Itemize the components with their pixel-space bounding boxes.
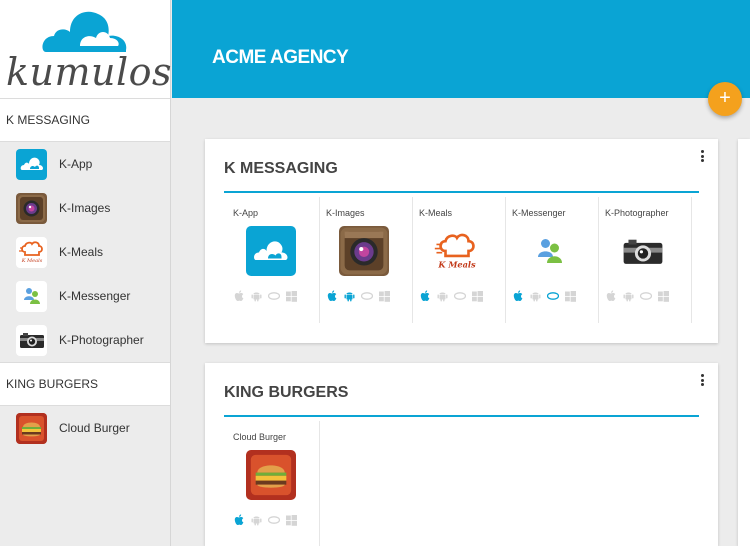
sidebar-group-king-burgers[interactable]: KING BURGERS [0, 362, 170, 406]
sidebar: kumulos K MESSAGING K-App K-Images K Mea… [0, 0, 173, 546]
chef-hat-app-icon: K Meals [432, 226, 482, 276]
windows-icon [472, 290, 483, 302]
sidebar-item-label: K-Images [59, 201, 111, 215]
windows-icon [565, 290, 576, 302]
sidebar-item-k-meals[interactable]: K Meals K-Meals [0, 230, 170, 274]
group-card-king-burgers: KING BURGERS Cloud Burger [205, 363, 718, 546]
sidebar-item-label: K-Photographer [59, 333, 144, 347]
app-tile-name: K-Images [326, 208, 365, 218]
android-icon [437, 292, 448, 302]
app-tile-k-meals[interactable]: K-Meals K Meals [413, 197, 506, 323]
card-title: KING BURGERS [224, 384, 349, 401]
windows-icon [379, 290, 390, 302]
app-tile-name: K-Photographer [605, 208, 669, 218]
chef-hat-app-icon: K Meals [16, 236, 47, 268]
windows-phone-icon [361, 292, 373, 300]
app-tile-k-app[interactable]: K-App [227, 197, 320, 323]
app-tiles: Cloud Burger [227, 421, 320, 546]
sidebar-item-k-images[interactable]: K-Images [0, 186, 170, 230]
windows-icon [286, 514, 297, 526]
sidebar-item-k-messenger[interactable]: K-Messenger [0, 274, 170, 318]
apple-icon [234, 514, 244, 525]
svg-text:K Meals: K Meals [20, 258, 42, 264]
app-tile-name: Cloud Burger [233, 432, 287, 442]
android-icon [251, 516, 262, 526]
app-tile-k-photographer[interactable]: K-Photographer [599, 197, 692, 323]
android-icon [530, 292, 541, 302]
app-tile-name: K-App [233, 208, 259, 218]
camera-app-icon [16, 192, 47, 224]
group-card-k-messaging: K MESSAGING K-App K-Images K-Meals K Mea… [205, 139, 718, 343]
android-icon [251, 292, 262, 302]
burger-app-icon [16, 412, 47, 444]
retro-camera-app-icon [16, 324, 47, 356]
sidebar-item-label: K-Messenger [59, 289, 131, 303]
windows-phone-icon [640, 292, 652, 300]
windows-icon [658, 290, 669, 302]
app-tiles: K-App K-Images K-Meals K Meals K-Messeng… [227, 197, 692, 323]
burger-app-icon [246, 450, 296, 500]
sidebar-item-label: K-App [59, 157, 93, 171]
sidebar-item-label: Cloud Burger [59, 421, 130, 435]
card-menu-icon[interactable] [698, 149, 706, 163]
cloud-logo-icon [42, 11, 127, 52]
platform-icons [234, 290, 297, 302]
windows-phone-icon [547, 292, 559, 300]
sidebar-group-k-messaging[interactable]: K MESSAGING [0, 98, 170, 142]
card-divider [224, 415, 699, 417]
windows-phone-icon [268, 292, 280, 300]
group-card-partial [738, 139, 750, 546]
kumulos-logo[interactable]: kumulos [0, 0, 173, 98]
sidebar-item-label: K-Meals [59, 245, 104, 259]
cloud-app-icon [246, 226, 296, 276]
android-icon [344, 292, 355, 302]
add-button[interactable]: + [708, 82, 742, 116]
windows-phone-icon [268, 516, 280, 524]
app-tile-k-messenger[interactable]: K-Messenger [506, 197, 599, 323]
messenger-people-app-icon [16, 280, 47, 312]
sidebar-item-k-photographer[interactable]: K-Photographer [0, 318, 170, 362]
windows-phone-icon [454, 292, 466, 300]
apple-icon [327, 290, 337, 301]
platform-icons [513, 290, 576, 302]
app-tile-cloud-burger[interactable]: Cloud Burger [227, 421, 320, 546]
page-header: ACME AGENCY [172, 0, 750, 98]
platform-icons [420, 290, 483, 302]
app-tile-k-images[interactable]: K-Images [320, 197, 413, 323]
apple-icon [513, 290, 523, 301]
apple-icon [234, 290, 244, 301]
camera-app-icon [339, 226, 389, 276]
meals-icon-caption: K Meals [437, 259, 476, 269]
apple-icon [606, 290, 616, 301]
card-title: K MESSAGING [224, 160, 338, 177]
retro-camera-app-icon [618, 226, 668, 276]
sidebar-item-cloud-burger[interactable]: Cloud Burger [0, 406, 170, 450]
page-title: ACME AGENCY [212, 47, 349, 68]
sidebar-item-k-app[interactable]: K-App [0, 142, 170, 186]
logo-wordmark: kumulos [6, 50, 173, 94]
windows-icon [286, 290, 297, 302]
platform-icons [234, 514, 297, 526]
platform-icons [606, 290, 669, 302]
card-menu-icon[interactable] [698, 373, 706, 387]
card-divider [224, 191, 699, 193]
cloud-app-icon [16, 148, 47, 180]
messenger-people-app-icon [525, 226, 575, 276]
android-icon [623, 292, 634, 302]
app-tile-name: K-Meals [419, 208, 453, 218]
apple-icon [420, 290, 430, 301]
platform-icons [327, 290, 390, 302]
app-tile-name: K-Messenger [512, 208, 566, 218]
